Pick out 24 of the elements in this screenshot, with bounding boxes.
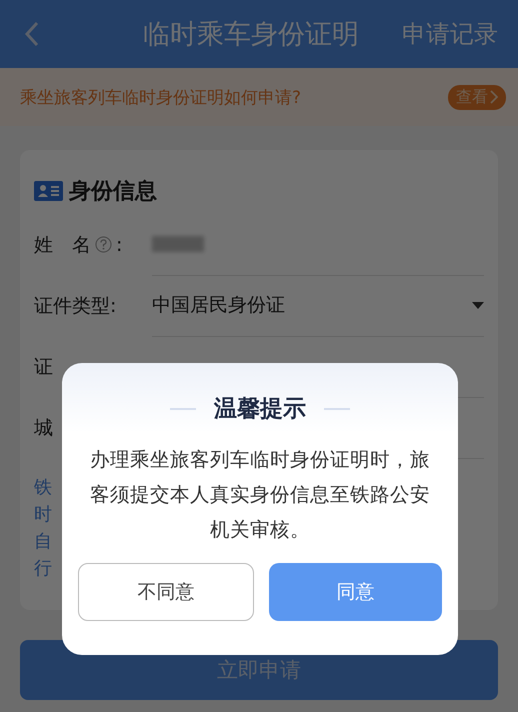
label-colon: : [116,234,122,256]
id-type-value: 中国居民身份证 [152,293,285,318]
field-label: 城 [34,416,53,440]
help-icon[interactable] [95,236,112,253]
dialog-message: 办理乘坐旅客列车临时身份证明时，旅客须提交本人真实身份信息至铁路公安机关审核。 [89,447,431,543]
view-button[interactable]: 查看 [448,84,506,110]
dropdown-caret-icon[interactable] [472,302,484,308]
back-icon[interactable] [24,21,40,47]
id-card-icon [34,181,63,201]
field-label: 证 [34,354,53,380]
disagree-button[interactable]: 不同意 [78,563,254,621]
dialog-title: 温馨提示 [214,395,306,424]
notice-fragment: 自 [34,530,52,554]
section-title: 身份信息 [69,178,157,206]
field-label: 姓 名 [34,232,91,258]
notice-fragment: 行 [34,557,52,581]
notice-fragment: 铁 [34,476,52,500]
page-title: 临时乘车身份证明 [142,18,360,52]
records-link[interactable]: 申请记录 [402,18,498,50]
notice-fragment: 时 [34,503,52,527]
chevron-icon [490,90,498,104]
agree-button[interactable]: 同意 [268,563,442,621]
notice-text: 乘坐旅客列车临时身份证明如何申请? [20,86,302,108]
field-label: 证件类型: [34,294,116,318]
